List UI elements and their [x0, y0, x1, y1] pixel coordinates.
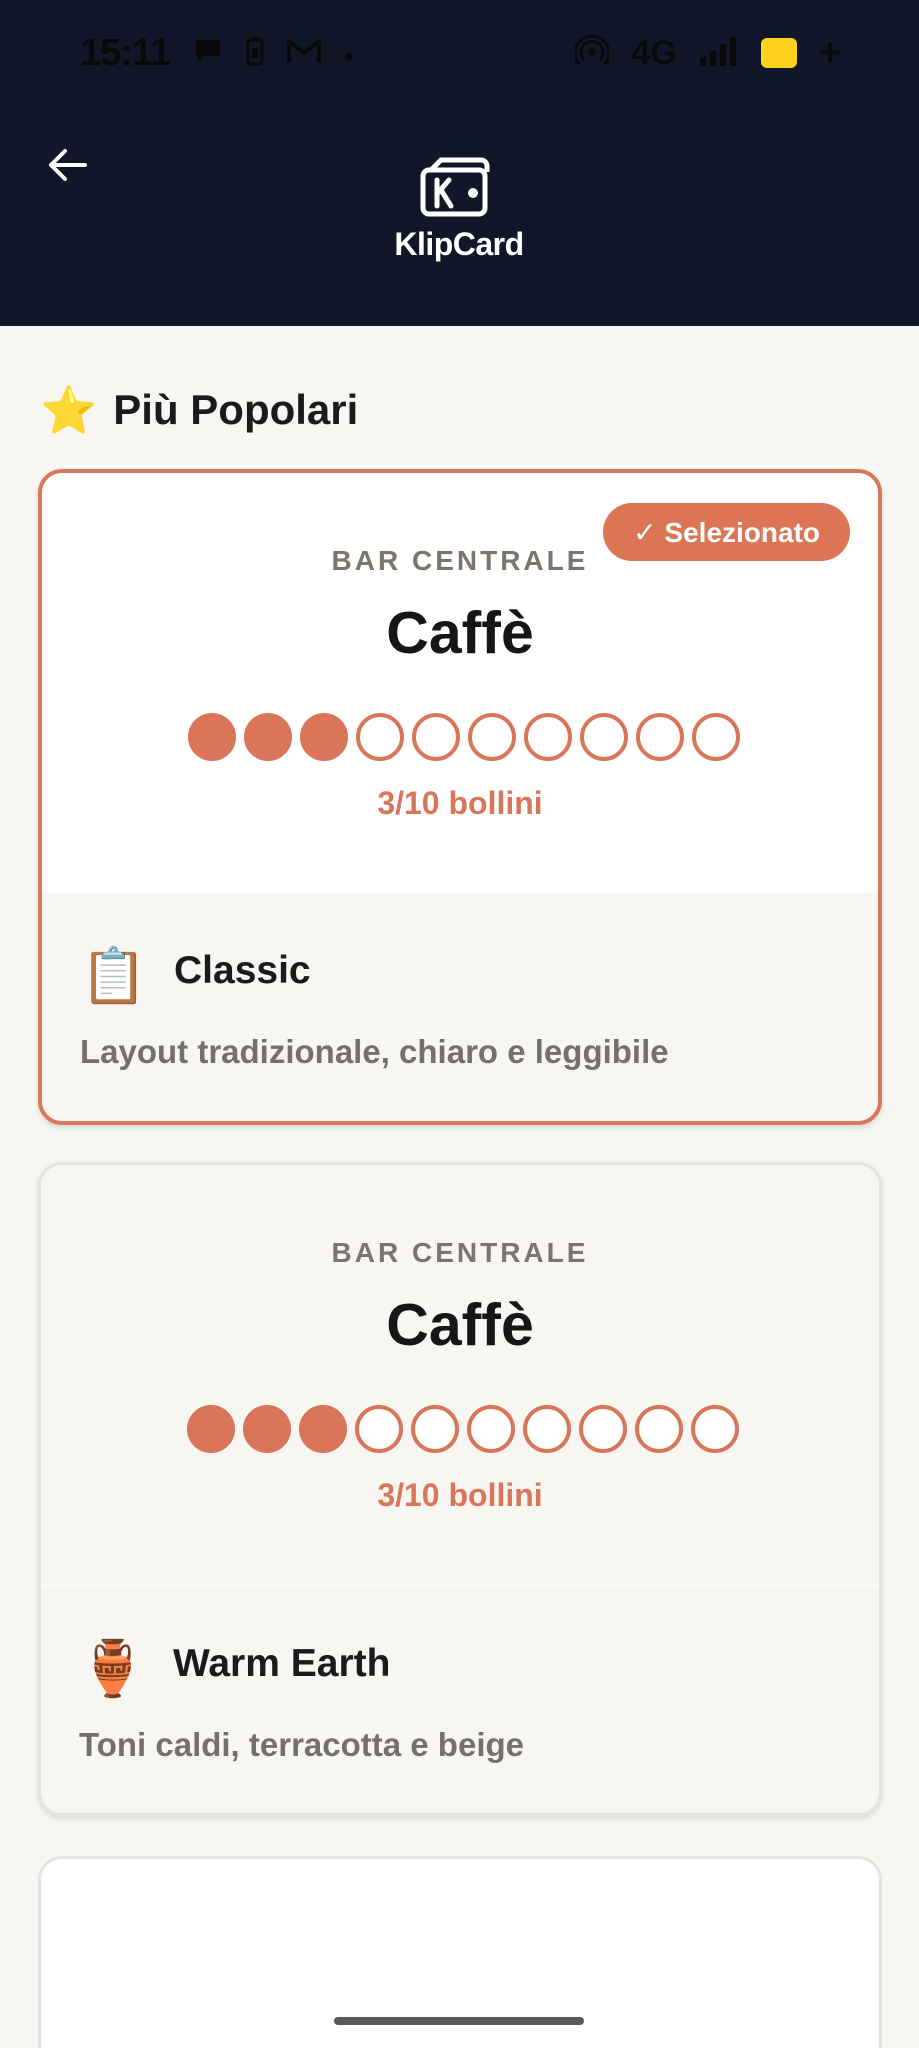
stamp-empty: [468, 713, 516, 761]
card-preview: BAR CENTRALE Caffè 3/10 bollini: [41, 1165, 879, 1585]
back-button[interactable]: [42, 140, 92, 190]
template-info: 📋 Classic Layout tradizionale, chiaro e …: [42, 893, 878, 1121]
stamp-empty: [580, 713, 628, 761]
logo-text: KlipCard: [394, 226, 524, 262]
stamp-empty: [411, 1405, 459, 1453]
stamp-empty: [412, 713, 460, 761]
star-icon: ⭐: [40, 384, 98, 436]
stamp-empty: [523, 1405, 571, 1453]
amphora-icon: 🏺: [79, 1639, 147, 1699]
stamp-count: 3/10 bollini: [377, 1477, 543, 1513]
card-preview: ✓ Selezionato BAR CENTRALE Caffè 3/10 bo…: [42, 473, 878, 893]
stamp-filled: [300, 713, 348, 761]
stamp-filled: [243, 1405, 291, 1453]
gmail-icon: [286, 37, 322, 70]
hotspot-icon: [574, 34, 611, 73]
stamp-filled: [244, 713, 292, 761]
stamp-empty: [524, 713, 572, 761]
stamp-empty: [692, 713, 740, 761]
stamp-empty: [356, 713, 404, 761]
stamp-row: [188, 713, 744, 769]
template-description: Layout tradizionale, chiaro e leggibile: [80, 1033, 669, 1070]
template-card-warm-earth[interactable]: BAR CENTRALE Caffè 3/10 bollini 🏺 Warm E…: [38, 1162, 882, 1816]
clipboard-icon: 📋: [80, 946, 148, 1006]
stamp-filled: [188, 713, 236, 761]
template-description: Toni caldi, terracotta e beige: [79, 1726, 525, 1763]
stamp-empty: [579, 1405, 627, 1453]
status-time: 15:11: [80, 31, 171, 74]
venue-name: BAR CENTRALE: [331, 1237, 589, 1268]
charging-plus-icon: +: [818, 31, 841, 74]
status-left: 15:11: [80, 32, 354, 75]
battery-icon: [760, 38, 797, 68]
wallet-icon: [420, 157, 490, 217]
network-type: 4G: [631, 33, 677, 72]
template-card-classic[interactable]: ✓ Selezionato BAR CENTRALE Caffè 3/10 bo…: [38, 469, 882, 1125]
template-info: 🏺 Warm Earth Toni caldi, terracotta e be…: [41, 1585, 879, 1813]
stamp-count: 3/10 bollini: [377, 785, 543, 821]
battery-saver-icon: [246, 36, 264, 71]
chat-icon: [192, 36, 224, 71]
stamp-filled: [299, 1405, 347, 1453]
stamp-empty: [355, 1405, 403, 1453]
section-title: ⭐ Più Popolari: [40, 380, 358, 440]
arrow-left-icon: [49, 149, 87, 181]
status-bar: 15:11 4G +: [0, 0, 919, 106]
stamp-filled: [187, 1405, 235, 1453]
product-name: Caffè: [386, 1292, 534, 1358]
stamp-empty: [635, 1405, 683, 1453]
stamp-row: [187, 1405, 743, 1461]
app-header: 15:11 4G + KlipCard: [0, 0, 919, 326]
section-title-text: Più Popolari: [113, 386, 359, 433]
template-name: Classic: [174, 949, 311, 992]
product-name: Caffè: [386, 600, 534, 666]
signal-icon: [699, 35, 739, 72]
stamp-empty: [691, 1405, 739, 1453]
notification-dot-icon: [344, 39, 354, 67]
status-right: 4G +: [574, 31, 841, 75]
stamp-empty: [467, 1405, 515, 1453]
stamp-empty: [636, 713, 684, 761]
home-indicator[interactable]: [334, 2017, 584, 2025]
klipcard-logo: KlipCard: [386, 156, 532, 266]
venue-name: BAR CENTRALE: [331, 545, 589, 576]
template-name: Warm Earth: [173, 1642, 391, 1685]
